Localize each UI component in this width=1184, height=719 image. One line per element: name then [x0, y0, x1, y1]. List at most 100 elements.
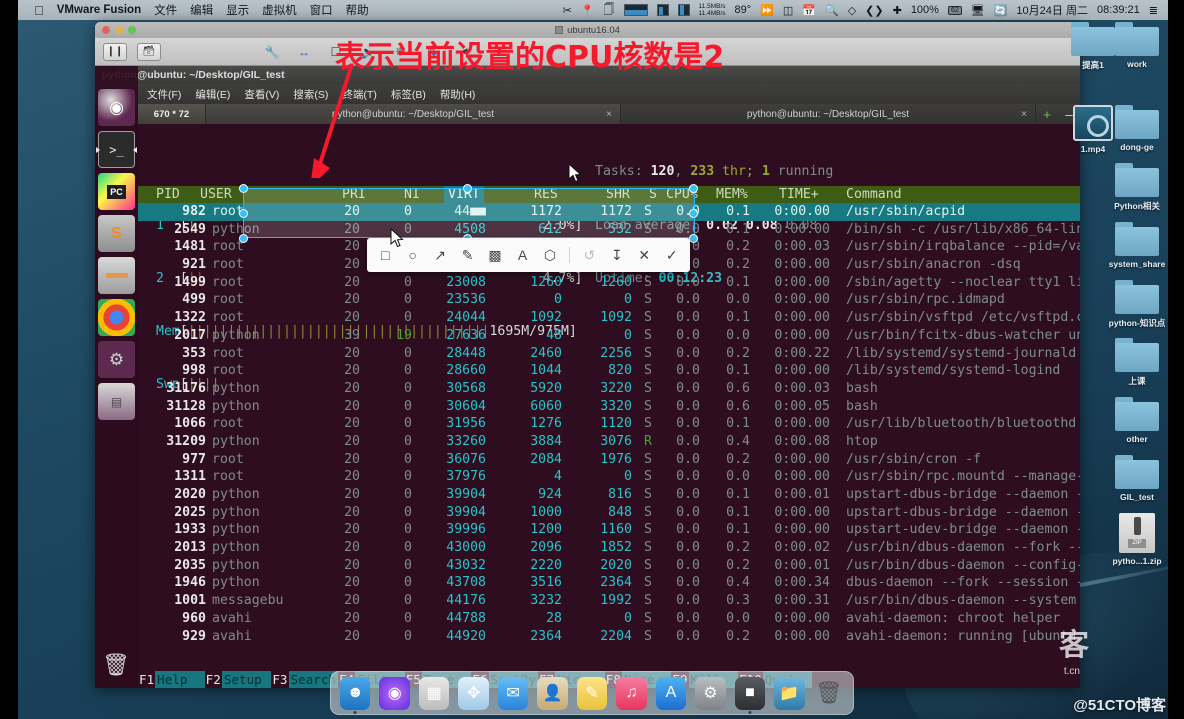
- code-icon[interactable]: ❮❯: [865, 4, 883, 17]
- terminal-tab-2-close-icon[interactable]: ×: [1021, 109, 1027, 120]
- music-icon[interactable]: ♫: [616, 676, 647, 710]
- notification-center-icon[interactable]: ≣: [1149, 4, 1158, 17]
- fullscreen-icon[interactable]: ↔: [293, 42, 315, 62]
- cpu-history-icon[interactable]: [623, 4, 648, 16]
- col-shr[interactable]: SHR: [606, 186, 630, 204]
- menu-item-edit[interactable]: 编辑: [190, 2, 213, 18]
- table-row[interactable]: 353 root 20 0 28448 2460 2256 S 0.0 0.2 0:00.22/li…: [138, 345, 1080, 363]
- ubuntu-menu-view[interactable]: 查看(V): [244, 87, 279, 102]
- col-virt[interactable]: VIRT: [444, 186, 484, 204]
- table-row[interactable]: 2035 python 20 0 43032 2220 2020 S 0.0 0.2 0:00.01…: [138, 557, 1080, 575]
- desktop-icon-gil-test[interactable]: GIL_test: [1106, 455, 1168, 502]
- ubuntu-menu-edit[interactable]: 编辑(E): [195, 87, 230, 102]
- ubuntu-dash-icon[interactable]: ◉: [98, 89, 135, 126]
- menu-item-help[interactable]: 帮助: [346, 2, 369, 18]
- col-pri[interactable]: PRI: [342, 186, 366, 204]
- col-cpu[interactable]: CPU%: [666, 186, 698, 204]
- col-time[interactable]: TIME+: [779, 186, 819, 204]
- apple-logo-icon[interactable]: : [34, 4, 44, 17]
- finder-icon[interactable]: ☻: [340, 676, 371, 714]
- search-icon[interactable]: 🔍: [825, 4, 839, 17]
- table-row[interactable]: 2017 python 39 19 27636 48 0 S 0.0 0.0 0:00.00/usr…: [138, 327, 1080, 345]
- calendar-icon[interactable]: 📅: [802, 4, 816, 17]
- table-row[interactable]: 1499 root 20 0 23008 1260 1260 S 0.0 0.1 0:00.00/s…: [138, 274, 1080, 292]
- trash-icon[interactable]: 🗑: [814, 677, 844, 710]
- desktop-icon-work[interactable]: work: [1106, 22, 1168, 69]
- table-row[interactable]: 499 root 20 0 23536 0 0 S 0.0 0.0 0:00.00/usr/sbin…: [138, 291, 1080, 309]
- vmware-icon[interactable]: ■: [734, 676, 766, 714]
- terminal-tab-2[interactable]: python@ubuntu: ~/Desktop/GIL_test ×: [621, 104, 1036, 124]
- window-controls[interactable]: [102, 26, 136, 34]
- desktop-icon-python-knowledge[interactable]: python-知识点: [1106, 280, 1168, 329]
- maximize-button[interactable]: [128, 26, 136, 34]
- mail-icon[interactable]: ✉: [497, 676, 529, 710]
- close-button[interactable]: [102, 26, 110, 34]
- htop-column-header[interactable]: PID USER PRI NI VIRT RES SHR S CPU% MEM%…: [138, 186, 1080, 204]
- copy-icon[interactable]: 🗍: [604, 1, 615, 20]
- disk-gauge-icon[interactable]: [677, 4, 690, 16]
- table-row[interactable]: 1311 root 20 0 37976 4 0 S 0.0 0.0 0:00.00/usr/sbi…: [138, 468, 1080, 486]
- table-row[interactable]: 1946 python 20 0 43708 3516 2364 S 0.0 0.4 0:00.34…: [138, 574, 1080, 592]
- table-row[interactable]: 2549 python 20 0 4508 612 532 S 0.0 0.1 0:00.00/bi…: [138, 221, 1080, 239]
- trash-icon[interactable]: 🗑: [102, 652, 130, 678]
- menu-item-file[interactable]: 文件: [154, 2, 177, 18]
- table-row[interactable]: 31176 python 20 0 30568 5920 3220 S 0.0 0.6 0:00.0…: [138, 380, 1080, 398]
- pause-button[interactable]: ❙❙: [103, 42, 127, 61]
- table-row[interactable]: 2020 python 20 0 39904 924 816 S 0.0 0.1 0:00.01 up…: [138, 486, 1080, 504]
- desktop-icon-python-related[interactable]: Python相关: [1106, 163, 1168, 212]
- ubuntu-menu-tabs[interactable]: 标签(B): [391, 87, 426, 102]
- menu-app-name[interactable]: VMware Fusion: [57, 4, 141, 16]
- close-tool-icon[interactable]: ✕: [632, 243, 656, 268]
- menu-item-view[interactable]: 显示: [226, 2, 249, 18]
- chrome-icon[interactable]: [98, 299, 135, 336]
- pencil-tool-icon[interactable]: ✎: [455, 243, 479, 268]
- menu-item-window[interactable]: 窗口: [310, 2, 333, 18]
- table-row[interactable]: 960 avahi 20 0 44788 28 0 S 0.0 0.0 0:00.00 avahi-d…: [138, 610, 1080, 628]
- contacts-icon[interactable]: 👤: [537, 676, 568, 710]
- minimize-button[interactable]: [115, 26, 123, 34]
- tag-tool-icon[interactable]: ⬡: [538, 243, 562, 268]
- fkey-f2[interactable]: F2 Setup: [204, 671, 272, 688]
- desktop-icon-dongge[interactable]: dong-ge: [1106, 105, 1168, 152]
- move-icon[interactable]: ✚: [893, 4, 902, 17]
- ubuntu-menu-help[interactable]: 帮助(H): [440, 87, 476, 102]
- desktop-icon-shangke[interactable]: 上课: [1106, 338, 1168, 387]
- safari-icon[interactable]: ✥: [458, 676, 489, 710]
- menu-item-vm[interactable]: 虚拟机: [262, 2, 297, 18]
- zoom-level[interactable]: 100%: [911, 4, 939, 16]
- col-command[interactable]: Command: [846, 186, 902, 204]
- files-icon[interactable]: [98, 257, 135, 294]
- sync-icon[interactable]: 🔄: [994, 4, 1008, 17]
- arrow-tool-icon[interactable]: ↗: [428, 243, 452, 268]
- sublime-icon[interactable]: S: [98, 215, 135, 252]
- table-row[interactable]: 1933 python 20 0 39996 1200 1160 S 0.0 0.1 0:00.00…: [138, 521, 1080, 539]
- settings-icon[interactable]: ⚙: [695, 676, 726, 710]
- terminal-tab-1-close-icon[interactable]: ×: [606, 109, 612, 120]
- dropbox-icon[interactable]: ◇: [848, 4, 856, 17]
- folder-icon[interactable]: 📁: [774, 676, 805, 710]
- col-user[interactable]: USER: [200, 186, 232, 204]
- mosaic-tool-icon[interactable]: ▩: [483, 243, 507, 268]
- fkey-f3[interactable]: F3 Search: [271, 671, 339, 688]
- table-row[interactable]: 929 avahi 20 0 44920 2364 2204 S 0.0 0.2 0:00.00 av…: [138, 628, 1080, 646]
- settings-icon[interactable]: ⚙: [98, 341, 135, 378]
- siri-icon[interactable]: ◉: [379, 676, 410, 710]
- confirm-tool-icon[interactable]: ✓: [660, 243, 684, 268]
- table-row[interactable]: 2025 python 20 0 39904 1000 848 S 0.0 0.1 0:00.00 u…: [138, 504, 1080, 522]
- col-s[interactable]: S: [649, 186, 657, 204]
- desktop-icon-other[interactable]: other: [1106, 397, 1168, 444]
- table-row[interactable]: 31128 python 20 0 30604 6060 3320 S 0.0 0.6 0:00.0…: [138, 398, 1080, 416]
- menubar-time[interactable]: 08:39:21: [1097, 4, 1140, 16]
- airplay-icon[interactable]: 🖥: [971, 4, 985, 17]
- text-tool-icon[interactable]: A: [510, 243, 534, 268]
- fan-icon[interactable]: ⏩: [760, 4, 774, 17]
- terminal-icon[interactable]: >_: [96, 131, 137, 168]
- undo-tool-icon[interactable]: ↺: [577, 243, 601, 268]
- table-row[interactable]: 998 root 20 0 28660 1044 820 S 0.0 0.1 0:00.00/lib…: [138, 362, 1080, 380]
- network-speed-indicator[interactable]: 11.5MB/s 11.4MB/s: [699, 3, 726, 17]
- table-row[interactable]: 2013 python 20 0 43000 2096 1852 S 0.0 0.2 0:00.02…: [138, 539, 1080, 557]
- table-row[interactable]: 31209 python 20 0 33260 3884 3076 R 0.0 0.4 0:00.0…: [138, 433, 1080, 451]
- location-icon[interactable]: 📍: [581, 4, 595, 17]
- scissors-icon[interactable]: ✂: [563, 4, 572, 17]
- desktop-icon-system-share[interactable]: system_share: [1106, 222, 1168, 269]
